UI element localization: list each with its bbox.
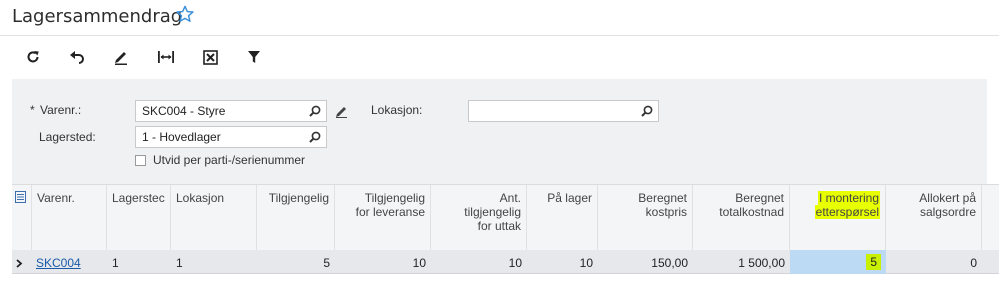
table-row[interactable]: SKC004 1 1 5 10 10 10 150,00 1 500,00 5 … — [12, 250, 999, 274]
warehouse-value: 1 - Hovedlager — [142, 130, 221, 144]
column-header-est-cost[interactable]: Beregnet kostpris — [598, 185, 693, 251]
grid-header: Varenr. Lagerstec Lokasjon Tilgjengelig … — [12, 184, 999, 251]
cell-est-total-cost[interactable]: 1 500,00 — [693, 250, 790, 274]
item-link[interactable]: SKC004 — [36, 256, 81, 270]
export-excel-icon — [202, 49, 218, 65]
inventory-value: SKC004 - Styre — [142, 104, 226, 118]
column-header-est-total-cost[interactable]: Beregnet totalkostnad — [693, 185, 790, 251]
location-field[interactable] — [468, 100, 659, 122]
chevron-right-icon — [16, 259, 23, 268]
filter-icon — [248, 51, 260, 63]
column-header-qty-available-issue[interactable]: Ant. tilgjengelig for uttak — [431, 185, 527, 251]
column-header-allocated-so[interactable]: Allokert på salgsordre — [886, 185, 982, 251]
column-header-line: for leveranse — [355, 205, 425, 219]
column-header-line: Beregnet — [638, 191, 687, 205]
column-header-line: for uttak — [477, 219, 521, 233]
column-header-line: På lager — [547, 191, 592, 205]
edit-inventory-pencil-icon[interactable] — [335, 104, 349, 118]
column-header-line: totalkostnad — [719, 205, 784, 219]
column-header-line: salgsordre — [919, 205, 976, 219]
column-header-line: kostpris — [645, 205, 687, 219]
undo-icon — [70, 51, 84, 64]
undo-button[interactable] — [66, 47, 88, 67]
warehouse-field[interactable]: 1 - Hovedlager — [135, 126, 327, 148]
column-header-line: I montering — [817, 191, 880, 205]
column-header-line: etterspørsel — [814, 205, 880, 219]
inventory-label-text: Varenr.: — [40, 103, 82, 117]
required-marker: * — [30, 103, 35, 117]
cell-available[interactable]: 5 — [257, 250, 335, 274]
column-header-in-assembly-demand[interactable]: I montering etterspørsel — [790, 185, 886, 251]
column-header-warehouse[interactable]: Lagerstec — [107, 185, 171, 251]
column-header-item[interactable]: Varenr. — [32, 185, 107, 251]
title-bar: Lagersammendrag — [0, 0, 999, 36]
column-header-location[interactable]: Lokasjon — [171, 185, 257, 251]
row-selector[interactable] — [12, 250, 32, 274]
filter-button[interactable] — [243, 47, 265, 67]
cell-location[interactable]: 1 — [171, 250, 257, 274]
pencil-icon — [115, 52, 127, 65]
column-header-line: Ant. — [499, 191, 521, 205]
edit-button[interactable] — [110, 47, 132, 67]
column-chooser-icon — [15, 191, 26, 203]
star-icon[interactable] — [176, 5, 194, 23]
refresh-button[interactable] — [22, 47, 44, 67]
filter-panel: * Varenr.: SKC004 - Styre Lokasjon: Lage… — [12, 79, 987, 184]
inventory-field[interactable]: SKC004 - Styre — [135, 100, 327, 122]
search-icon[interactable] — [309, 105, 321, 117]
page-title: Lagersammendrag — [12, 6, 183, 27]
search-icon[interactable] — [641, 105, 653, 117]
toolbar — [0, 37, 999, 77]
column-header-available[interactable]: Tilgjengelig — [257, 185, 335, 251]
cell-on-hand[interactable]: 10 — [527, 250, 598, 274]
column-header-line: Lokasjon — [176, 191, 225, 205]
column-header-line: tilgjengelig — [464, 205, 521, 219]
expand-lot-serial-option[interactable]: Utvid per parti-/serienummer — [135, 153, 305, 167]
cell-in-assembly-demand[interactable]: 5 — [790, 250, 886, 274]
column-header-line: Tilgjengelig — [268, 191, 329, 205]
fit-width-icon — [158, 51, 174, 63]
refresh-icon — [27, 51, 39, 63]
expand-lot-serial-label: Utvid per parti-/serienummer — [153, 153, 306, 167]
cell-est-cost[interactable]: 150,00 — [598, 250, 693, 274]
location-label: Lokasjon: — [371, 103, 423, 117]
inventory-label: * Varenr.: — [30, 103, 81, 117]
cell-item[interactable]: SKC004 — [32, 250, 107, 274]
column-header-line: Lagerstec — [112, 191, 165, 205]
cell-available-shipment[interactable]: 10 — [335, 250, 431, 274]
warehouse-label: Lagersted: — [39, 130, 96, 144]
cell-warehouse[interactable]: 1 — [107, 250, 171, 274]
in-assembly-demand-value: 5 — [866, 254, 881, 270]
cell-allocated-so[interactable]: 0 — [886, 250, 982, 274]
column-chooser-cell[interactable] — [12, 185, 32, 251]
column-header-line: Allokert på — [919, 191, 976, 205]
column-header-line: Beregnet — [735, 191, 784, 205]
column-header-line: Varenr. — [37, 191, 75, 205]
column-header-on-hand[interactable]: På lager — [527, 185, 598, 251]
export-button[interactable] — [199, 47, 221, 67]
fit-width-button[interactable] — [155, 47, 177, 67]
column-header-line: Tilgjengelig — [364, 191, 425, 205]
cell-qty-available-issue[interactable]: 10 — [431, 250, 527, 274]
expand-lot-serial-checkbox[interactable] — [135, 154, 146, 166]
search-icon[interactable] — [309, 131, 321, 143]
column-header-available-shipment[interactable]: Tilgjengelig for leveranse — [335, 185, 431, 251]
